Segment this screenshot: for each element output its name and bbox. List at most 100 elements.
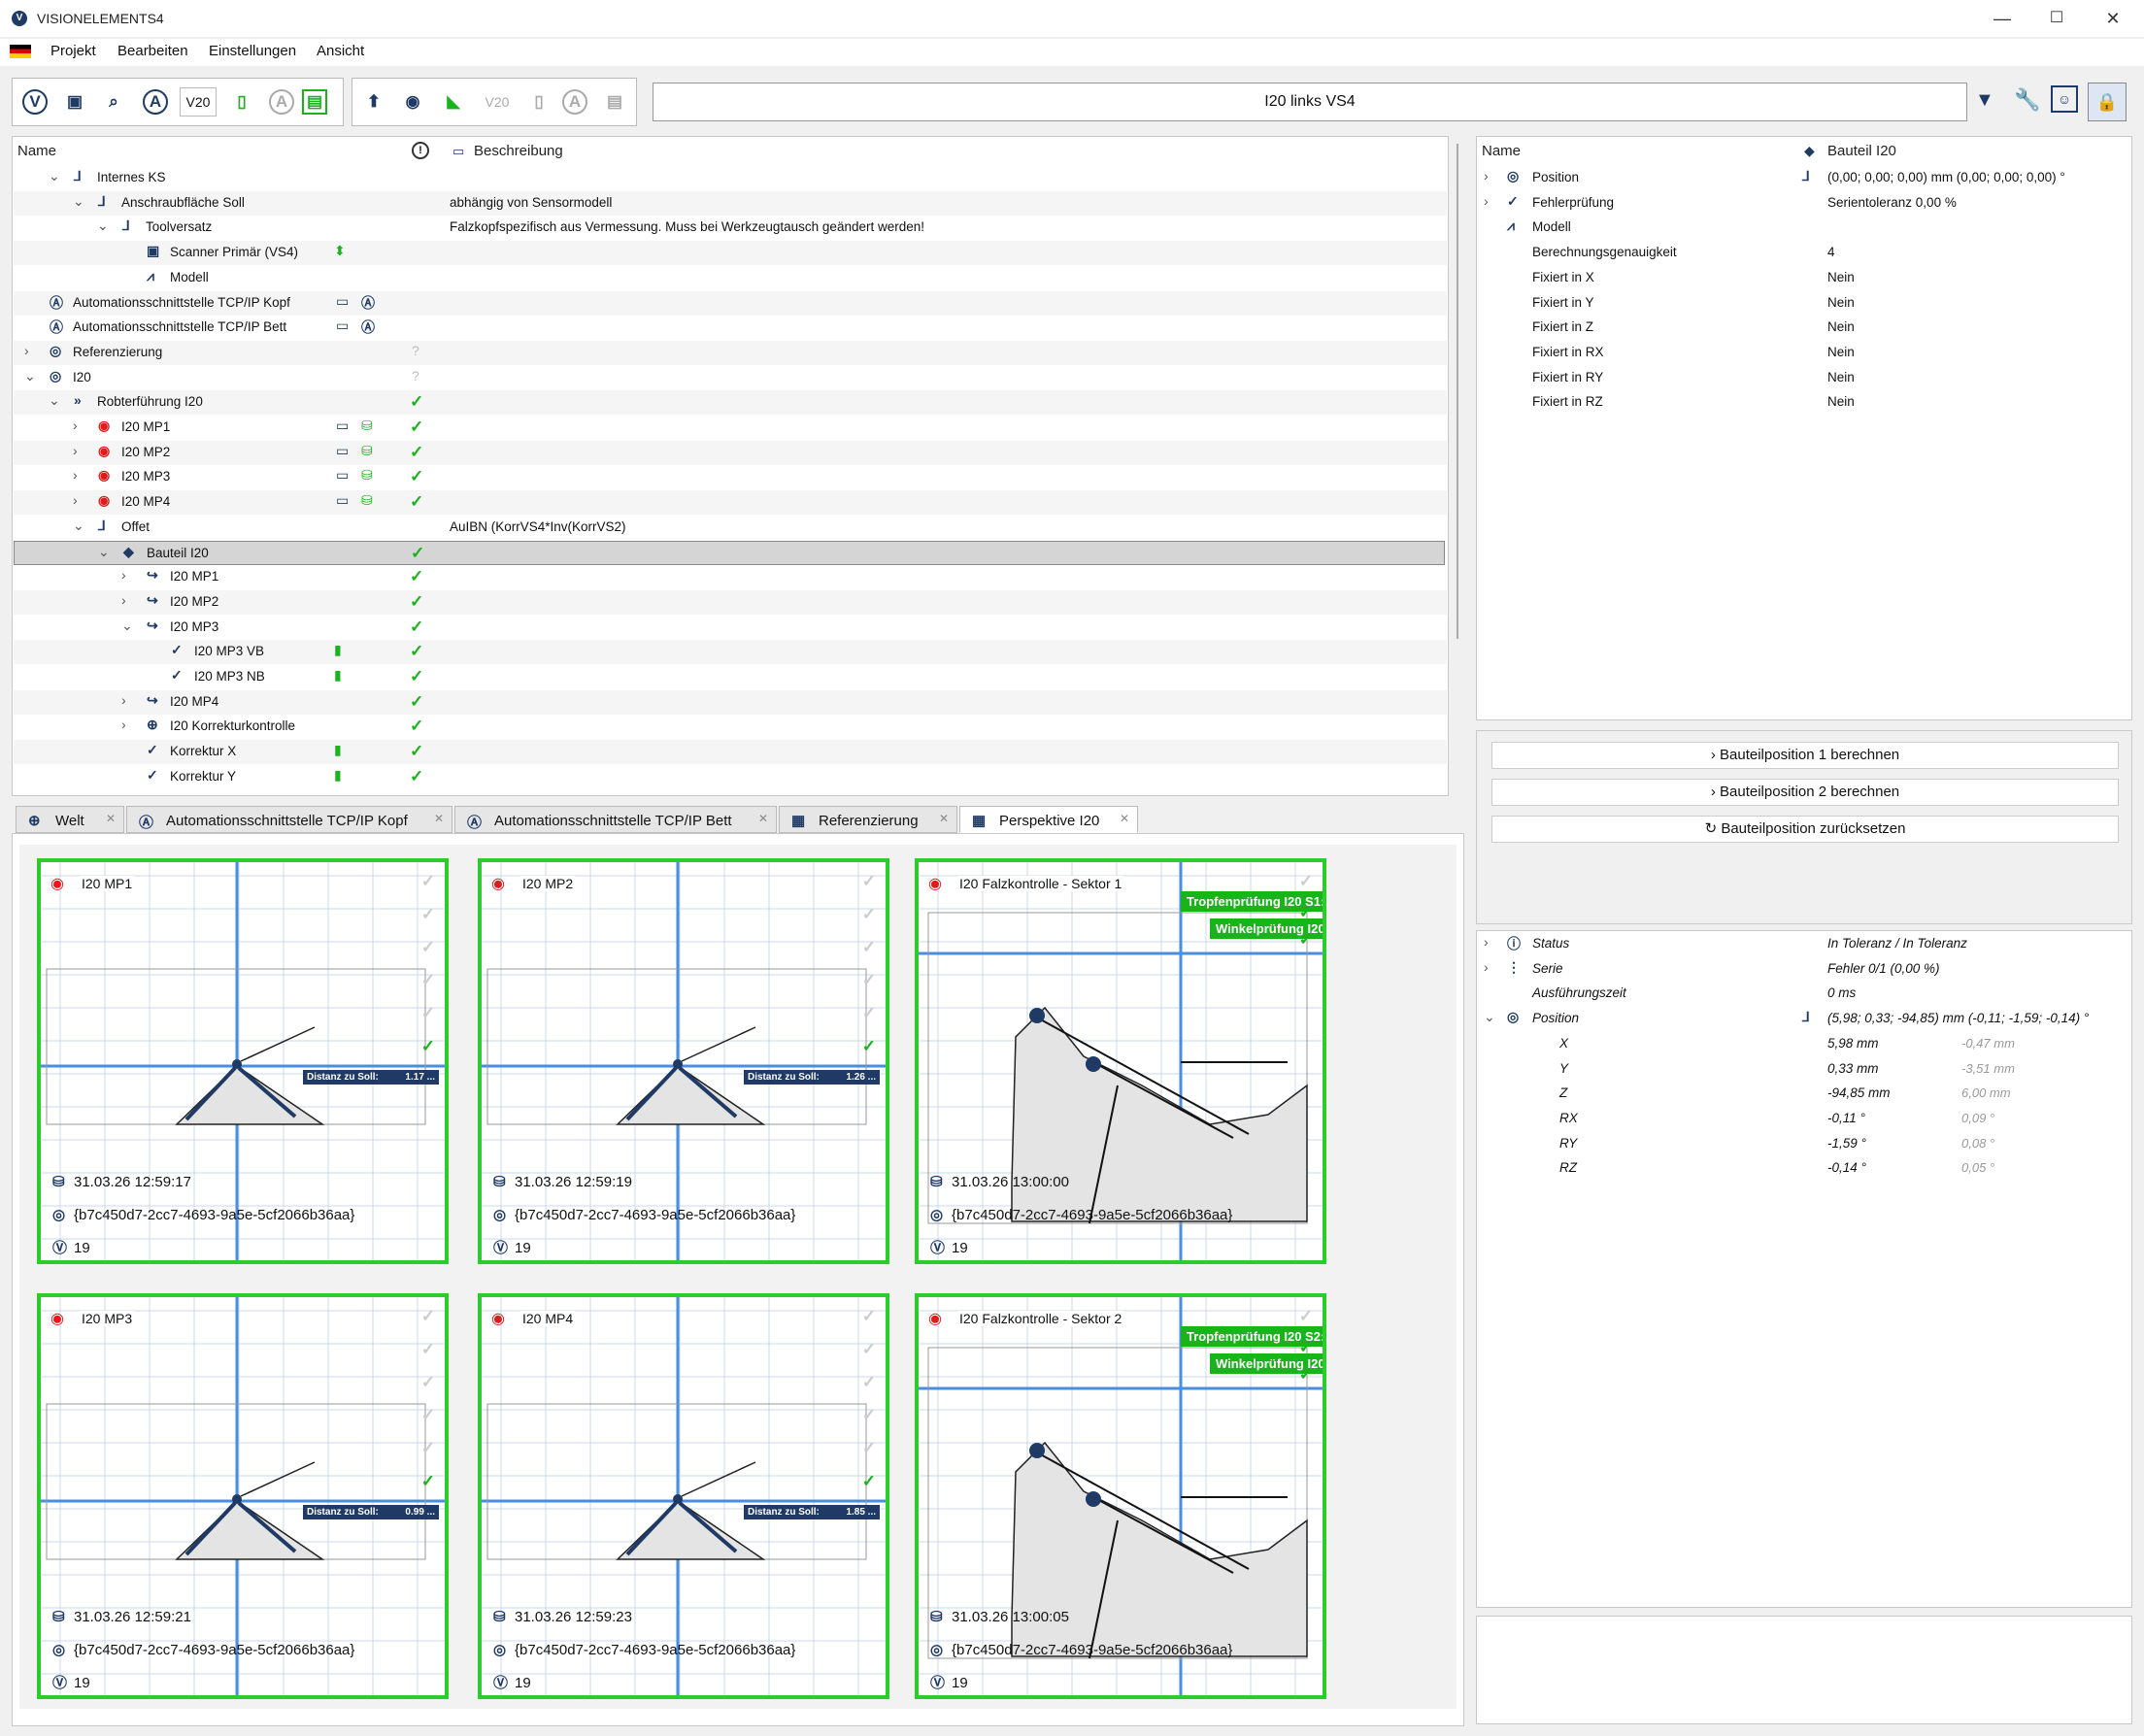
scan-card[interactable]: ◉ I20 MP4 ✓ ✓ ✓ ✓ ✓ ✓ Distanz zu Soll: 1.85 ... ⛁ 3… [478, 1293, 889, 1699]
property-row[interactable]: Berechnungsgenauigkeit 4 [1484, 241, 2105, 265]
chevron-right-icon[interactable]: › [73, 417, 78, 433]
property-row[interactable]: › ◎ Position ⅃ (0,00; 0,00; 0,00) mm (0,00; … [1484, 166, 2105, 190]
scan-card[interactable]: ◉ I20 MP3 ✓ ✓ ✓ ✓ ✓ ✓ Distanz zu Soll: 0.99 ... ⛁ 3… [37, 1293, 449, 1699]
scan-card[interactable]: ◉ I20 MP1 ✓ ✓ ✓ ✓ ✓ ✓ Distanz zu Soll: 1.17 ... ⛁ 3… [37, 858, 449, 1264]
device-upload-icon[interactable]: ▯ [226, 86, 257, 117]
result-row[interactable]: Ausführungszeit 0 ms [1484, 982, 2105, 1006]
tree-row[interactable]: ⌄ » Robterführung I20 ✓ [14, 390, 1447, 416]
calc-position-2-button[interactable]: › Bauteilposition 2 berechnen [1491, 779, 2119, 806]
save-icon[interactable]: ▣ [59, 86, 90, 117]
automation-disabled-2-icon[interactable]: A [562, 89, 587, 115]
database-disabled-icon[interactable]: ▤ [599, 86, 630, 117]
chevron-right-icon[interactable]: › [73, 492, 78, 508]
reset-position-button[interactable]: ↻ Bauteilposition zurücksetzen [1491, 816, 2119, 843]
chevron-down-icon[interactable]: ⌄ [121, 618, 133, 634]
tree-row[interactable]: ⌄ ◎ I20? [14, 366, 1447, 390]
chevron-down-icon[interactable]: ⌄ [73, 193, 84, 210]
folder-icon[interactable]: ▭ [336, 317, 349, 334]
tab-close-icon[interactable]: ✕ [939, 812, 949, 825]
tree-row[interactable]: ✓ Korrektur Y ▮ ✓ [14, 765, 1447, 789]
lock-icon[interactable]: 🔒 [2088, 83, 2127, 121]
property-row[interactable]: Fixiert in RZ Nein [1484, 390, 2105, 415]
tree-row[interactable]: › ↪ I20 MP4 ✓ [14, 689, 1447, 715]
project-title-field[interactable]: I20 links VS4 [653, 83, 1967, 121]
property-row[interactable]: Fixiert in RY Nein [1484, 366, 2105, 390]
scan-card[interactable]: ◉ I20 Falzkontrolle - Sektor 2 ✓ Tropfenprü… [915, 1293, 1326, 1699]
tree-row[interactable]: › ◎ Referenzierung? [14, 340, 1447, 365]
chevron-right-icon[interactable]: › [1484, 168, 1489, 184]
camera-icon[interactable]: ◣ [438, 86, 469, 117]
property-row[interactable]: ⩘ Modell [1484, 216, 2105, 240]
tree-row[interactable]: ⩘ Modell [14, 266, 1447, 290]
tree-row[interactable]: › ↪ I20 MP1 ✓ [14, 565, 1447, 589]
chevron-down-icon[interactable]: ⌄ [49, 168, 60, 184]
tab-tcpip-bett[interactable]: Ⓐ Automationsschnittstelle TCP/IP Bett ✕ [454, 806, 777, 833]
scan-card[interactable]: ◉ I20 MP2 ✓ ✓ ✓ ✓ ✓ ✓ Distanz zu Soll: 1.26 ... ⛁ 3… [478, 858, 889, 1264]
chevron-right-icon[interactable]: › [121, 592, 126, 608]
result-row[interactable]: › ⋮ Serie Fehler 0/1 (0,00 %) [1484, 957, 2105, 982]
user-icon[interactable]: ☺ [2051, 85, 2078, 113]
chevron-down-icon[interactable]: ⌄ [97, 217, 109, 234]
v20-disabled-button[interactable]: V20 [479, 86, 516, 117]
minimize-button[interactable]: — [1983, 6, 2022, 31]
close-button[interactable]: ✕ [2094, 6, 2132, 31]
tree-row[interactable]: ⌄ ⅃ Internes KS [14, 166, 1447, 190]
tree-row[interactable]: ✓ I20 MP3 VB ▮ ✓ [14, 640, 1447, 665]
tab-close-icon[interactable]: ✕ [106, 812, 116, 825]
chevron-right-icon[interactable]: › [121, 717, 126, 732]
result-row[interactable]: X 5,98 mm -0,47 mm [1484, 1032, 2105, 1056]
tree-row[interactable]: ⌄ ⅃ Toolversatz Falzkopfspezifisch aus Verm… [14, 216, 1447, 240]
tree-row[interactable]: › ◉ I20 MP1 ▭ ⛁ ✓ [14, 416, 1447, 440]
v20-button[interactable]: V20 [180, 87, 217, 117]
tree-row[interactable]: ▣ Scanner Primär (VS4) ⬍ [14, 241, 1447, 266]
result-row[interactable]: Y 0,33 mm -3,51 mm [1484, 1057, 2105, 1082]
tree-row[interactable]: › ◉ I20 MP4 ▭ ⛁ ✓ [14, 490, 1447, 516]
tree-row[interactable]: ✓ I20 MP3 NB ▮ ✓ [14, 665, 1447, 689]
calc-position-1-button[interactable]: › Bauteilposition 1 berechnen [1491, 742, 2119, 769]
wrench-icon[interactable]: 🔧 [2014, 87, 2040, 113]
automation-disabled-icon[interactable]: A [269, 89, 294, 115]
database-icon[interactable]: ▤ [302, 89, 327, 115]
chevron-down-icon[interactable]: ⌄ [73, 517, 84, 534]
visionelements-icon[interactable]: V [22, 89, 48, 115]
property-row[interactable]: Fixiert in X Nein [1484, 266, 2105, 290]
eye-icon[interactable]: ◉ [397, 86, 428, 117]
upload-arrow-icon[interactable]: ⬆ [358, 86, 389, 117]
tab-close-icon[interactable]: ✕ [434, 812, 444, 825]
filter-icon[interactable]: ▼ [1975, 89, 1994, 112]
property-row[interactable]: Fixiert in Z Nein [1484, 316, 2105, 340]
maximize-button[interactable]: ☐ [2037, 6, 2076, 31]
tree-row[interactable]: › ⊕ I20 Korrekturkontrolle ✓ [14, 715, 1447, 739]
menu-einstellungen[interactable]: Einstellungen [209, 43, 296, 59]
language-flag-icon[interactable] [10, 45, 31, 58]
result-row[interactable]: RX -0,11 ° 0,09 ° [1484, 1107, 2105, 1131]
chevron-right-icon[interactable]: › [24, 343, 29, 358]
chevron-right-icon[interactable]: › [1484, 193, 1489, 209]
chevron-right-icon[interactable]: › [73, 467, 78, 483]
tree-row[interactable]: ⌄ ↪ I20 MP3 ✓ [14, 616, 1447, 640]
menu-ansicht[interactable]: Ansicht [317, 43, 364, 59]
chevron-right-icon[interactable]: › [121, 692, 126, 708]
tab-welt[interactable]: ⊕ Welt ✕ [16, 806, 124, 833]
folder-icon[interactable]: ▭ [336, 467, 349, 484]
tree-row[interactable]: ✓ Korrektur X ▮ ✓ [14, 740, 1447, 765]
tree-row[interactable]: ⌄ ◆ Bauteil I20 ✓ [14, 540, 1445, 565]
tree-row[interactable]: Ⓐ Automationsschnittstelle TCP/IP Bett ▭ Ⓐ [14, 316, 1447, 340]
search-icon[interactable]: ⌕ [98, 86, 129, 117]
chevron-down-icon[interactable]: ⌄ [98, 544, 110, 560]
result-row[interactable]: › ⓘ Status In Toleranz / In Toleranz [1484, 932, 2105, 956]
tab-close-icon[interactable]: ✕ [1120, 812, 1129, 825]
tree-scrollbar[interactable] [1457, 144, 1458, 639]
chevron-right-icon[interactable]: › [73, 443, 78, 458]
chevron-right-icon[interactable]: › [1484, 934, 1489, 950]
chevron-down-icon[interactable]: ⌄ [24, 368, 36, 384]
tab-close-icon[interactable]: ✕ [758, 812, 768, 825]
chevron-down-icon[interactable]: ⌄ [49, 392, 60, 409]
chevron-right-icon[interactable]: › [1484, 959, 1489, 975]
scan-card[interactable]: ◉ I20 Falzkontrolle - Sektor 1 ✓ Tropfenprü… [915, 858, 1326, 1264]
result-row[interactable]: ⌄ ◎ Position ⅃ (5,98; 0,33; -94,85) mm (-0,1… [1484, 1007, 2105, 1031]
tab-referenzierung[interactable]: ▦ Referenzierung ✕ [779, 806, 957, 833]
menu-bearbeiten[interactable]: Bearbeiten [117, 43, 188, 59]
result-row[interactable]: Z -94,85 mm 6,00 mm [1484, 1082, 2105, 1106]
tree-row[interactable]: ⌄ ⅃ Anschraubfläche Soll abhängig von Senso… [14, 190, 1447, 216]
